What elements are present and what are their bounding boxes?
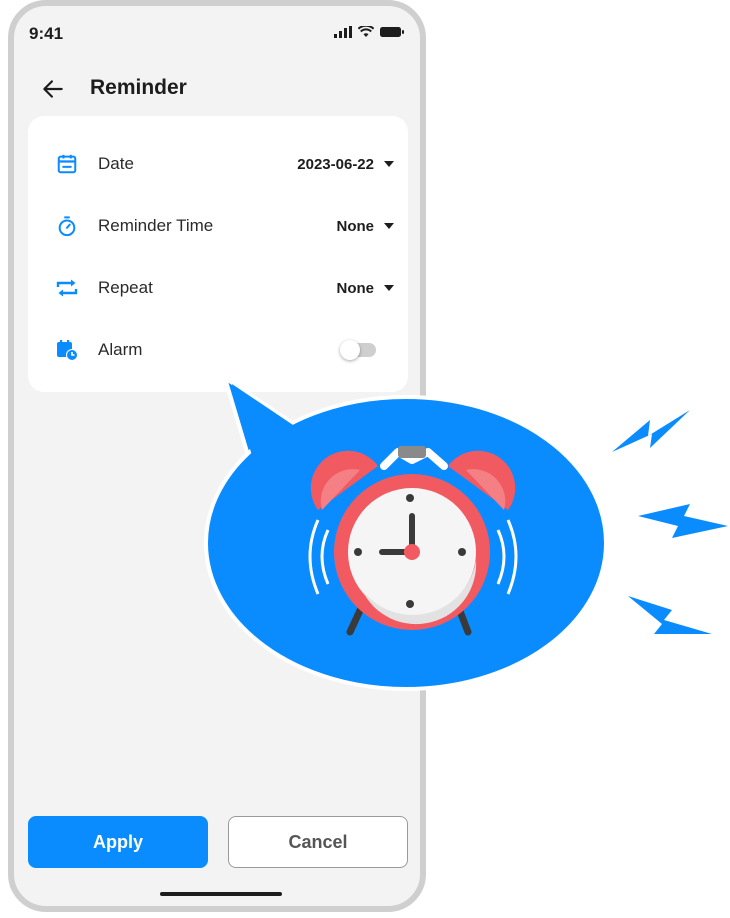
date-value[interactable]: 2023-06-22	[297, 156, 374, 173]
reminder-time-label: Reminder Time	[98, 216, 214, 235]
chevron-down-icon[interactable]	[384, 161, 394, 167]
repeat-row[interactable]: Repeat None	[28, 262, 408, 314]
calendar-clock-icon	[54, 337, 80, 363]
date-row[interactable]: Date 2023-06-22	[28, 138, 408, 190]
alarm-row: Alarm	[28, 324, 408, 376]
repeat-icon	[54, 275, 80, 301]
repeat-label: Repeat	[98, 278, 153, 297]
lightning-bolt-icon	[612, 410, 728, 634]
reminder-time-value[interactable]: None	[337, 218, 375, 235]
status-time: 9:41	[29, 24, 64, 43]
alarm-toggle[interactable]	[340, 340, 376, 360]
timer-icon	[54, 213, 80, 239]
cancel-button[interactable]: Cancel	[228, 816, 408, 868]
wifi-icon	[358, 26, 374, 37]
calendar-icon	[54, 151, 80, 177]
phone-frame: 9:41 Reminder Date 2023-06-22 Reminder T…	[8, 0, 426, 912]
chevron-down-icon[interactable]	[384, 223, 394, 229]
status-bar: 9:41	[14, 6, 420, 58]
reminder-time-row[interactable]: Reminder Time None	[28, 200, 408, 252]
date-label: Date	[98, 154, 134, 173]
signal-icon	[334, 26, 352, 38]
alarm-label: Alarm	[98, 340, 143, 359]
toggle-knob[interactable]	[340, 340, 360, 360]
page-title: Reminder	[90, 76, 187, 99]
home-indicator	[160, 892, 282, 896]
repeat-value[interactable]: None	[337, 280, 375, 297]
back-arrow-icon[interactable]	[40, 76, 66, 102]
apply-button[interactable]: Apply	[28, 816, 208, 868]
status-icons	[334, 26, 404, 38]
chevron-down-icon[interactable]	[384, 285, 394, 291]
reminder-settings-card: Date 2023-06-22 Reminder Time None Repea…	[28, 116, 408, 392]
battery-icon	[380, 27, 404, 37]
header: Reminder	[14, 66, 420, 112]
